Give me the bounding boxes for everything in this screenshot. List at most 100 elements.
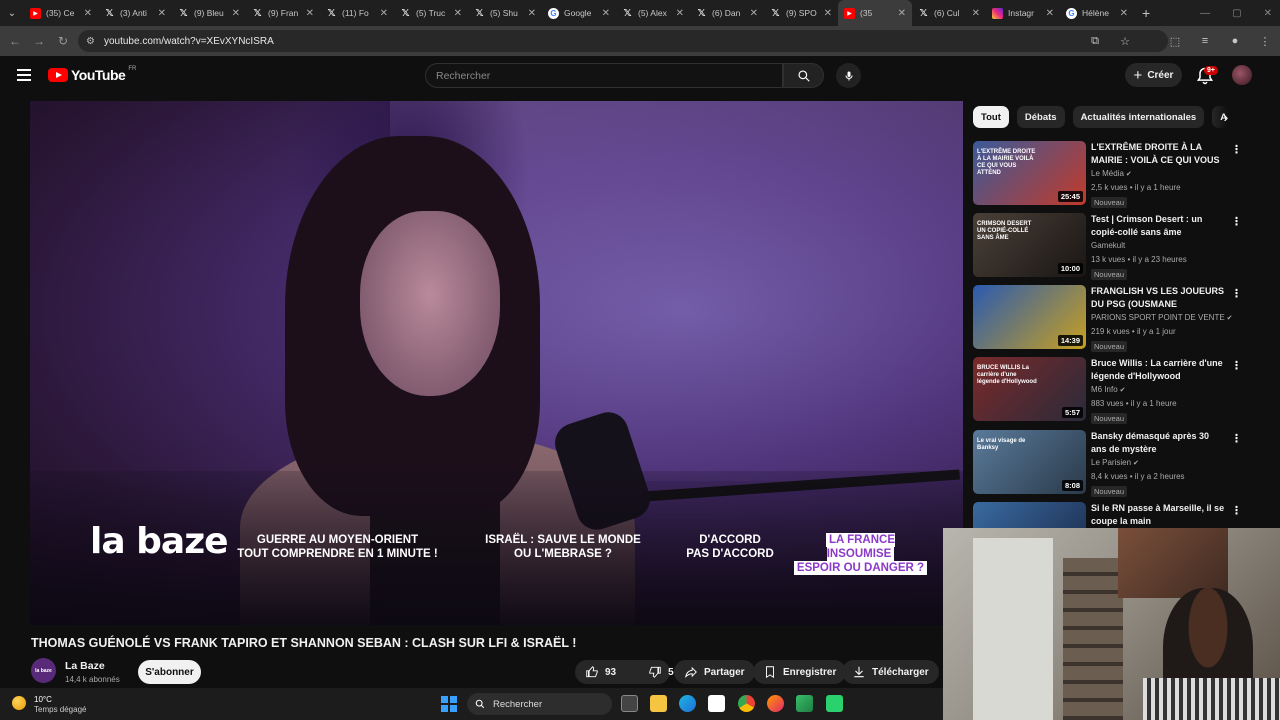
- close-tab-icon[interactable]: ✕: [232, 8, 240, 19]
- browser-tab[interactable]: 𝕏 (5) Alex ✕: [616, 0, 690, 26]
- close-tab-icon[interactable]: ✕: [750, 8, 758, 19]
- browser-tab[interactable]: G Google ✕: [542, 0, 616, 26]
- close-window-icon[interactable]: ✕: [1264, 8, 1272, 19]
- filter-chip[interactable]: Tout: [973, 106, 1009, 128]
- taskbar-search[interactable]: Rechercher: [467, 693, 612, 715]
- close-tab-icon[interactable]: ✕: [158, 8, 166, 19]
- browser-menu-icon[interactable]: ⋮: [1250, 35, 1280, 48]
- recommended-video[interactable]: BRUCE WILLIS La carrière d'une légende d…: [973, 357, 1242, 424]
- filter-chip[interactable]: Débats: [1016, 106, 1065, 128]
- close-tab-icon[interactable]: ✕: [380, 8, 388, 19]
- browser-tab[interactable]: 𝕏 (6) Dan ✕: [690, 0, 764, 26]
- task-view-icon[interactable]: [621, 695, 638, 712]
- recommended-video-title[interactable]: Bruce Willis : La carrière d'une légende…: [1091, 357, 1226, 383]
- app-icon-2[interactable]: [826, 695, 843, 712]
- browser-tab[interactable]: 𝕏 (3) Anti ✕: [98, 0, 172, 26]
- extensions-icon[interactable]: ⬚: [1160, 35, 1190, 48]
- subscribe-button[interactable]: S'abonner: [138, 660, 201, 684]
- browser-tab[interactable]: 𝕏 (9) Bleu ✕: [172, 0, 246, 26]
- recommended-channel-name[interactable]: Le Média ✔: [1091, 169, 1132, 178]
- close-tab-icon[interactable]: ✕: [898, 8, 906, 19]
- filter-chip[interactable]: Actualités internationales: [1072, 106, 1205, 128]
- chrome-icon[interactable]: [738, 695, 755, 712]
- download-button[interactable]: Télécharger: [842, 660, 939, 684]
- close-tab-icon[interactable]: ✕: [1046, 8, 1054, 19]
- like-button[interactable]: 93: [575, 660, 626, 684]
- share-button[interactable]: Partager: [674, 660, 755, 684]
- video-thumbnail[interactable]: Le vrai visage de Banksy 8:08: [973, 430, 1086, 494]
- bookmark-star-icon[interactable]: ☆: [1110, 35, 1140, 48]
- browser-tab[interactable]: Instagr ✕: [986, 0, 1060, 26]
- close-tab-icon[interactable]: ✕: [1120, 8, 1128, 19]
- recommended-channel-name[interactable]: Gamekult: [1091, 241, 1125, 250]
- reload-icon[interactable]: ↻: [51, 34, 75, 48]
- recommended-channel-name[interactable]: M6 Info ✔: [1091, 385, 1126, 394]
- browser-tab[interactable]: 𝕏 (9) Fran ✕: [246, 0, 320, 26]
- recommended-video-title[interactable]: FRANGLISH VS LES JOUEURS DU PSG (OUSMANE…: [1091, 285, 1226, 311]
- more-options-icon[interactable]: ⋮: [1231, 432, 1242, 445]
- maximize-icon[interactable]: ▢: [1232, 8, 1241, 19]
- close-tab-icon[interactable]: ✕: [824, 8, 832, 19]
- minimize-icon[interactable]: —: [1200, 8, 1210, 19]
- more-options-icon[interactable]: ⋮: [1231, 359, 1242, 372]
- weather-moon-icon[interactable]: [12, 696, 26, 710]
- browser-tab[interactable]: G Hélène ✕: [1060, 0, 1134, 26]
- forward-icon[interactable]: →: [27, 34, 51, 48]
- browser-tab[interactable]: 𝕏 (9) SPO ✕: [764, 0, 838, 26]
- recommended-video[interactable]: Le vrai visage de Banksy 8:08 Bansky démas…: [973, 430, 1242, 497]
- recommended-video[interactable]: CRIMSON DESERT UN COPIÉ-COLLÉ SANS ÂME 10…: [973, 213, 1242, 280]
- install-app-icon[interactable]: ⧉: [1080, 35, 1110, 48]
- channel-avatar[interactable]: la baze: [31, 658, 56, 683]
- profile-icon[interactable]: ●: [1220, 35, 1250, 47]
- browser-tab[interactable]: ▶ (35 ✕: [838, 0, 912, 26]
- menu-icon[interactable]: [17, 69, 31, 81]
- media-icon[interactable]: ≡: [1190, 35, 1220, 47]
- firefox-icon[interactable]: [767, 695, 784, 712]
- recommended-video-title[interactable]: Si le RN passe à Marseille, il se coupe …: [1091, 502, 1226, 528]
- close-tab-icon[interactable]: ✕: [676, 8, 684, 19]
- search-input[interactable]: Rechercher: [425, 63, 783, 88]
- close-tab-icon[interactable]: ✕: [84, 8, 92, 19]
- close-tab-icon[interactable]: ✕: [972, 8, 980, 19]
- video-thumbnail[interactable]: CRIMSON DESERT UN COPIÉ-COLLÉ SANS ÂME 10…: [973, 213, 1086, 277]
- browser-tab[interactable]: 𝕏 (5) Shu ✕: [468, 0, 542, 26]
- recommended-video[interactable]: 14:39 FRANGLISH VS LES JOUEURS DU PSG (OU…: [973, 285, 1242, 352]
- create-button[interactable]: + Créer: [1125, 63, 1182, 87]
- browser-tab[interactable]: ▶ (35) Ce ✕: [24, 0, 98, 26]
- new-tab-icon[interactable]: +: [1142, 5, 1150, 21]
- recommended-video-title[interactable]: L'EXTRÊME DROITE À LA MAIRIE : VOILÀ CE …: [1091, 141, 1226, 167]
- more-options-icon[interactable]: ⋮: [1231, 215, 1242, 228]
- recommended-channel-name[interactable]: Le Parisien ✔: [1091, 458, 1139, 467]
- recommended-video-title[interactable]: Test | Crimson Desert : un copié-collé s…: [1091, 213, 1226, 239]
- search-button[interactable]: [783, 63, 824, 88]
- recommended-channel-name[interactable]: PARIONS SPORT POINT DE VENTE ✔: [1091, 313, 1232, 322]
- voice-search-button[interactable]: [836, 63, 861, 88]
- browser-tab[interactable]: 𝕏 (11) Fo ✕: [320, 0, 394, 26]
- browser-tab[interactable]: 𝕏 (5) Truc ✕: [394, 0, 468, 26]
- more-options-icon[interactable]: ⋮: [1231, 287, 1242, 300]
- edge-icon[interactable]: [679, 695, 696, 712]
- close-tab-icon[interactable]: ✕: [454, 8, 462, 19]
- site-info-icon[interactable]: ⚙: [86, 36, 95, 47]
- tab-search-chevron-icon[interactable]: ⌄: [0, 0, 24, 26]
- youtube-logo[interactable]: YouTube FR: [48, 66, 136, 83]
- video-thumbnail[interactable]: BRUCE WILLIS La carrière d'une légende d…: [973, 357, 1086, 421]
- close-tab-icon[interactable]: ✕: [602, 8, 610, 19]
- more-options-icon[interactable]: ⋮: [1231, 504, 1242, 517]
- file-explorer-icon[interactable]: [650, 695, 667, 712]
- save-button[interactable]: Enregistrer: [753, 660, 847, 684]
- windows-start-icon[interactable]: [441, 696, 457, 712]
- app-icon[interactable]: [796, 695, 813, 712]
- video-thumbnail[interactable]: L'EXTRÊME DROITE À LA MAIRIE VOILÀ CE QU…: [973, 141, 1086, 205]
- video-thumbnail[interactable]: 14:39: [973, 285, 1086, 349]
- chevron-right-icon[interactable]: ›: [1217, 108, 1235, 126]
- recommended-video-title[interactable]: Bansky démasqué après 30 ans de mystère: [1091, 430, 1226, 456]
- account-avatar[interactable]: [1232, 65, 1252, 85]
- browser-tab[interactable]: 𝕏 (6) Cul ✕: [912, 0, 986, 26]
- video-player[interactable]: la baze GUERRE AU MOYEN-ORIENT TOUT COMP…: [30, 101, 963, 625]
- channel-name[interactable]: La Baze: [65, 660, 105, 672]
- more-options-icon[interactable]: ⋮: [1231, 143, 1242, 156]
- close-tab-icon[interactable]: ✕: [528, 8, 536, 19]
- close-tab-icon[interactable]: ✕: [306, 8, 314, 19]
- back-icon[interactable]: ←: [3, 34, 27, 48]
